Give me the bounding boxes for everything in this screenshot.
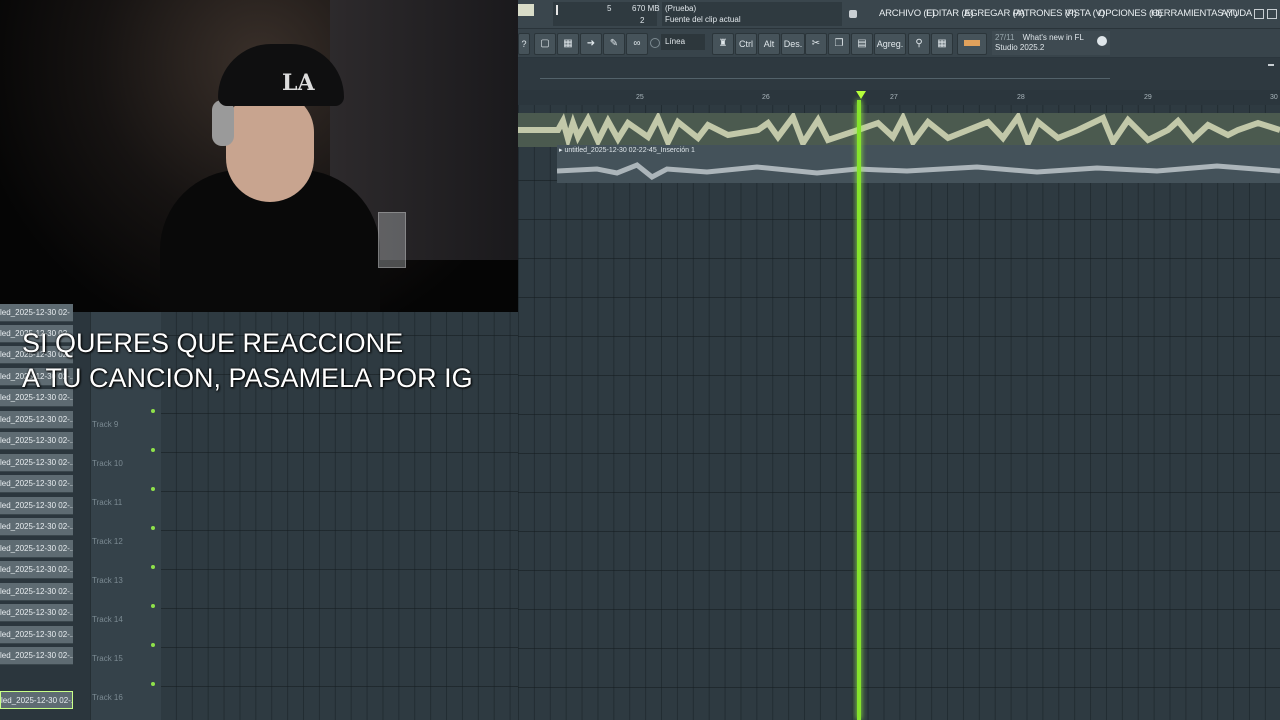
track-label[interactable]: Track 12 <box>92 537 123 546</box>
snap-select[interactable]: Línea <box>661 34 705 50</box>
news-count: 27/11 <box>995 33 1015 42</box>
globe-icon[interactable] <box>1097 36 1107 46</box>
overlay-text-line-2: A TU CANCION, PASAMELA POR IG <box>22 363 473 393</box>
track-mute-led[interactable] <box>151 409 155 413</box>
webcam-feed: LA <box>0 0 518 312</box>
track-mute-led[interactable] <box>151 565 155 569</box>
track-label[interactable]: Track 15 <box>92 654 123 663</box>
clip-title-text: untitled_2025-12-30 02-22-45_Inserción 1 <box>564 147 695 154</box>
track-label[interactable]: Track 14 <box>92 615 123 624</box>
minimize-icon[interactable] <box>1254 9 1264 19</box>
copy-icon[interactable]: ❐ <box>828 33 850 55</box>
memory-value: 670 MB <box>632 4 660 13</box>
battery-icon[interactable] <box>957 33 987 55</box>
clip-title: ▸ untitled_2025-12-30 02-22-45_Inserción… <box>559 147 695 154</box>
pattern-item-selected[interactable]: led_2025-12-30 02-.. <box>0 691 73 709</box>
arrow-right-icon[interactable]: ➜ <box>580 33 602 55</box>
bar-number: 26 <box>762 94 770 101</box>
track-mute-led[interactable] <box>151 487 155 491</box>
track-label[interactable]: Track 16 <box>92 693 123 702</box>
track-mute-led[interactable] <box>151 604 155 608</box>
menu-ayuda[interactable]: AYUDA <box>1221 8 1252 19</box>
audio-clip[interactable] <box>518 113 1280 147</box>
add-button[interactable]: Agreg. <box>874 33 906 55</box>
alt-button[interactable]: Alt <box>758 33 780 55</box>
pattern-item[interactable]: led_2025-12-30 02-.. <box>0 475 73 493</box>
cap-logo: LA <box>282 70 315 96</box>
help-button[interactable]: ? <box>518 33 530 55</box>
collapse-icon[interactable] <box>1268 64 1274 66</box>
horizontal-scrollbar[interactable] <box>540 78 1110 79</box>
pattern-item[interactable]: led_2025-12-30 02-.. <box>0 518 73 536</box>
track-mute-led[interactable] <box>151 526 155 530</box>
mixer-icon[interactable]: ⚲ <box>908 33 930 55</box>
track-mute-led[interactable] <box>151 448 155 452</box>
webcam-glass <box>378 212 406 268</box>
stamp-icon[interactable]: ♜ <box>712 33 734 55</box>
track-label[interactable]: Track 9 <box>92 420 118 429</box>
logo-icon <box>518 4 534 16</box>
pattern-item[interactable]: led_2025-12-30 02-.. <box>0 583 73 601</box>
pattern-item[interactable]: led_2025-12-30 02-.. <box>0 411 73 429</box>
hint-line-2: Fuente del clip actual <box>665 15 741 24</box>
lock-icon[interactable] <box>849 10 857 18</box>
webcam-person-face <box>226 92 314 202</box>
deselect-button[interactable]: Des. <box>781 33 805 55</box>
pattern-item[interactable]: led_2025-12-30 02-.. <box>0 540 73 558</box>
track-label[interactable]: Track 11 <box>92 498 122 507</box>
waveform <box>518 113 1280 147</box>
pattern-item[interactable]: led_2025-12-30 02-.. <box>0 604 73 622</box>
piano-roll-icon[interactable]: ▦ <box>557 33 579 55</box>
playlist-grid <box>518 105 1280 720</box>
bar-number: 25 <box>636 94 644 101</box>
cpu-meter-line <box>556 5 558 15</box>
pattern-item[interactable]: led_2025-12-30 02-.. <box>0 647 73 665</box>
pattern-item[interactable]: led_2025-12-30 02-.. <box>0 497 73 515</box>
hint-line-1: (Prueba) <box>665 4 697 13</box>
pattern-item[interactable]: led_2025-12-30 02-.. <box>0 432 73 450</box>
headphones-icon <box>212 100 234 146</box>
playhead[interactable] <box>857 100 861 720</box>
news-title: What's new in FL <box>1022 33 1084 42</box>
news-line-1: 27/11 What's new in FL <box>995 33 1084 42</box>
playhead-marker-icon[interactable] <box>856 91 866 99</box>
pattern-item[interactable]: led_2025-12-30 02-.. <box>0 626 73 644</box>
overlay-text-line-1: SI QUERES QUE REACCIONE <box>22 328 404 358</box>
magnet-icon[interactable] <box>650 38 660 48</box>
cpu-value: 5 <box>607 4 612 13</box>
bar-number: 30 <box>1270 94 1278 101</box>
paste-icon[interactable]: ▤ <box>851 33 873 55</box>
cut-icon[interactable]: ✂ <box>805 33 827 55</box>
cart-icon[interactable]: ▦ <box>931 33 953 55</box>
close-icon[interactable] <box>1267 9 1277 19</box>
pencil-icon[interactable]: ✎ <box>603 33 625 55</box>
playlist-menu-icon[interactable]: ▢ <box>534 33 556 55</box>
news-subtitle: Studio 2025.2 <box>995 43 1045 52</box>
timeline-ruler[interactable] <box>518 91 1280 105</box>
pattern-item[interactable]: led_2025-12-30 02-.. <box>0 561 73 579</box>
track-label[interactable]: Track 13 <box>92 576 123 585</box>
pattern-item[interactable]: led_2025-12-30 02-.. <box>0 454 73 472</box>
link-icon[interactable]: ∞ <box>626 33 648 55</box>
track-mute-led[interactable] <box>151 682 155 686</box>
polyphony-value: 2 <box>640 16 645 25</box>
pattern-item[interactable]: led_2025-12-30 02- <box>0 304 73 322</box>
bar-number: 28 <box>1017 94 1025 101</box>
track-mute-led[interactable] <box>151 643 155 647</box>
bar-number: 29 <box>1144 94 1152 101</box>
bar-number: 27 <box>890 94 898 101</box>
playlist-scroll-strip <box>518 58 1280 90</box>
track-label[interactable]: Track 10 <box>92 459 123 468</box>
ctrl-button[interactable]: Ctrl <box>735 33 757 55</box>
